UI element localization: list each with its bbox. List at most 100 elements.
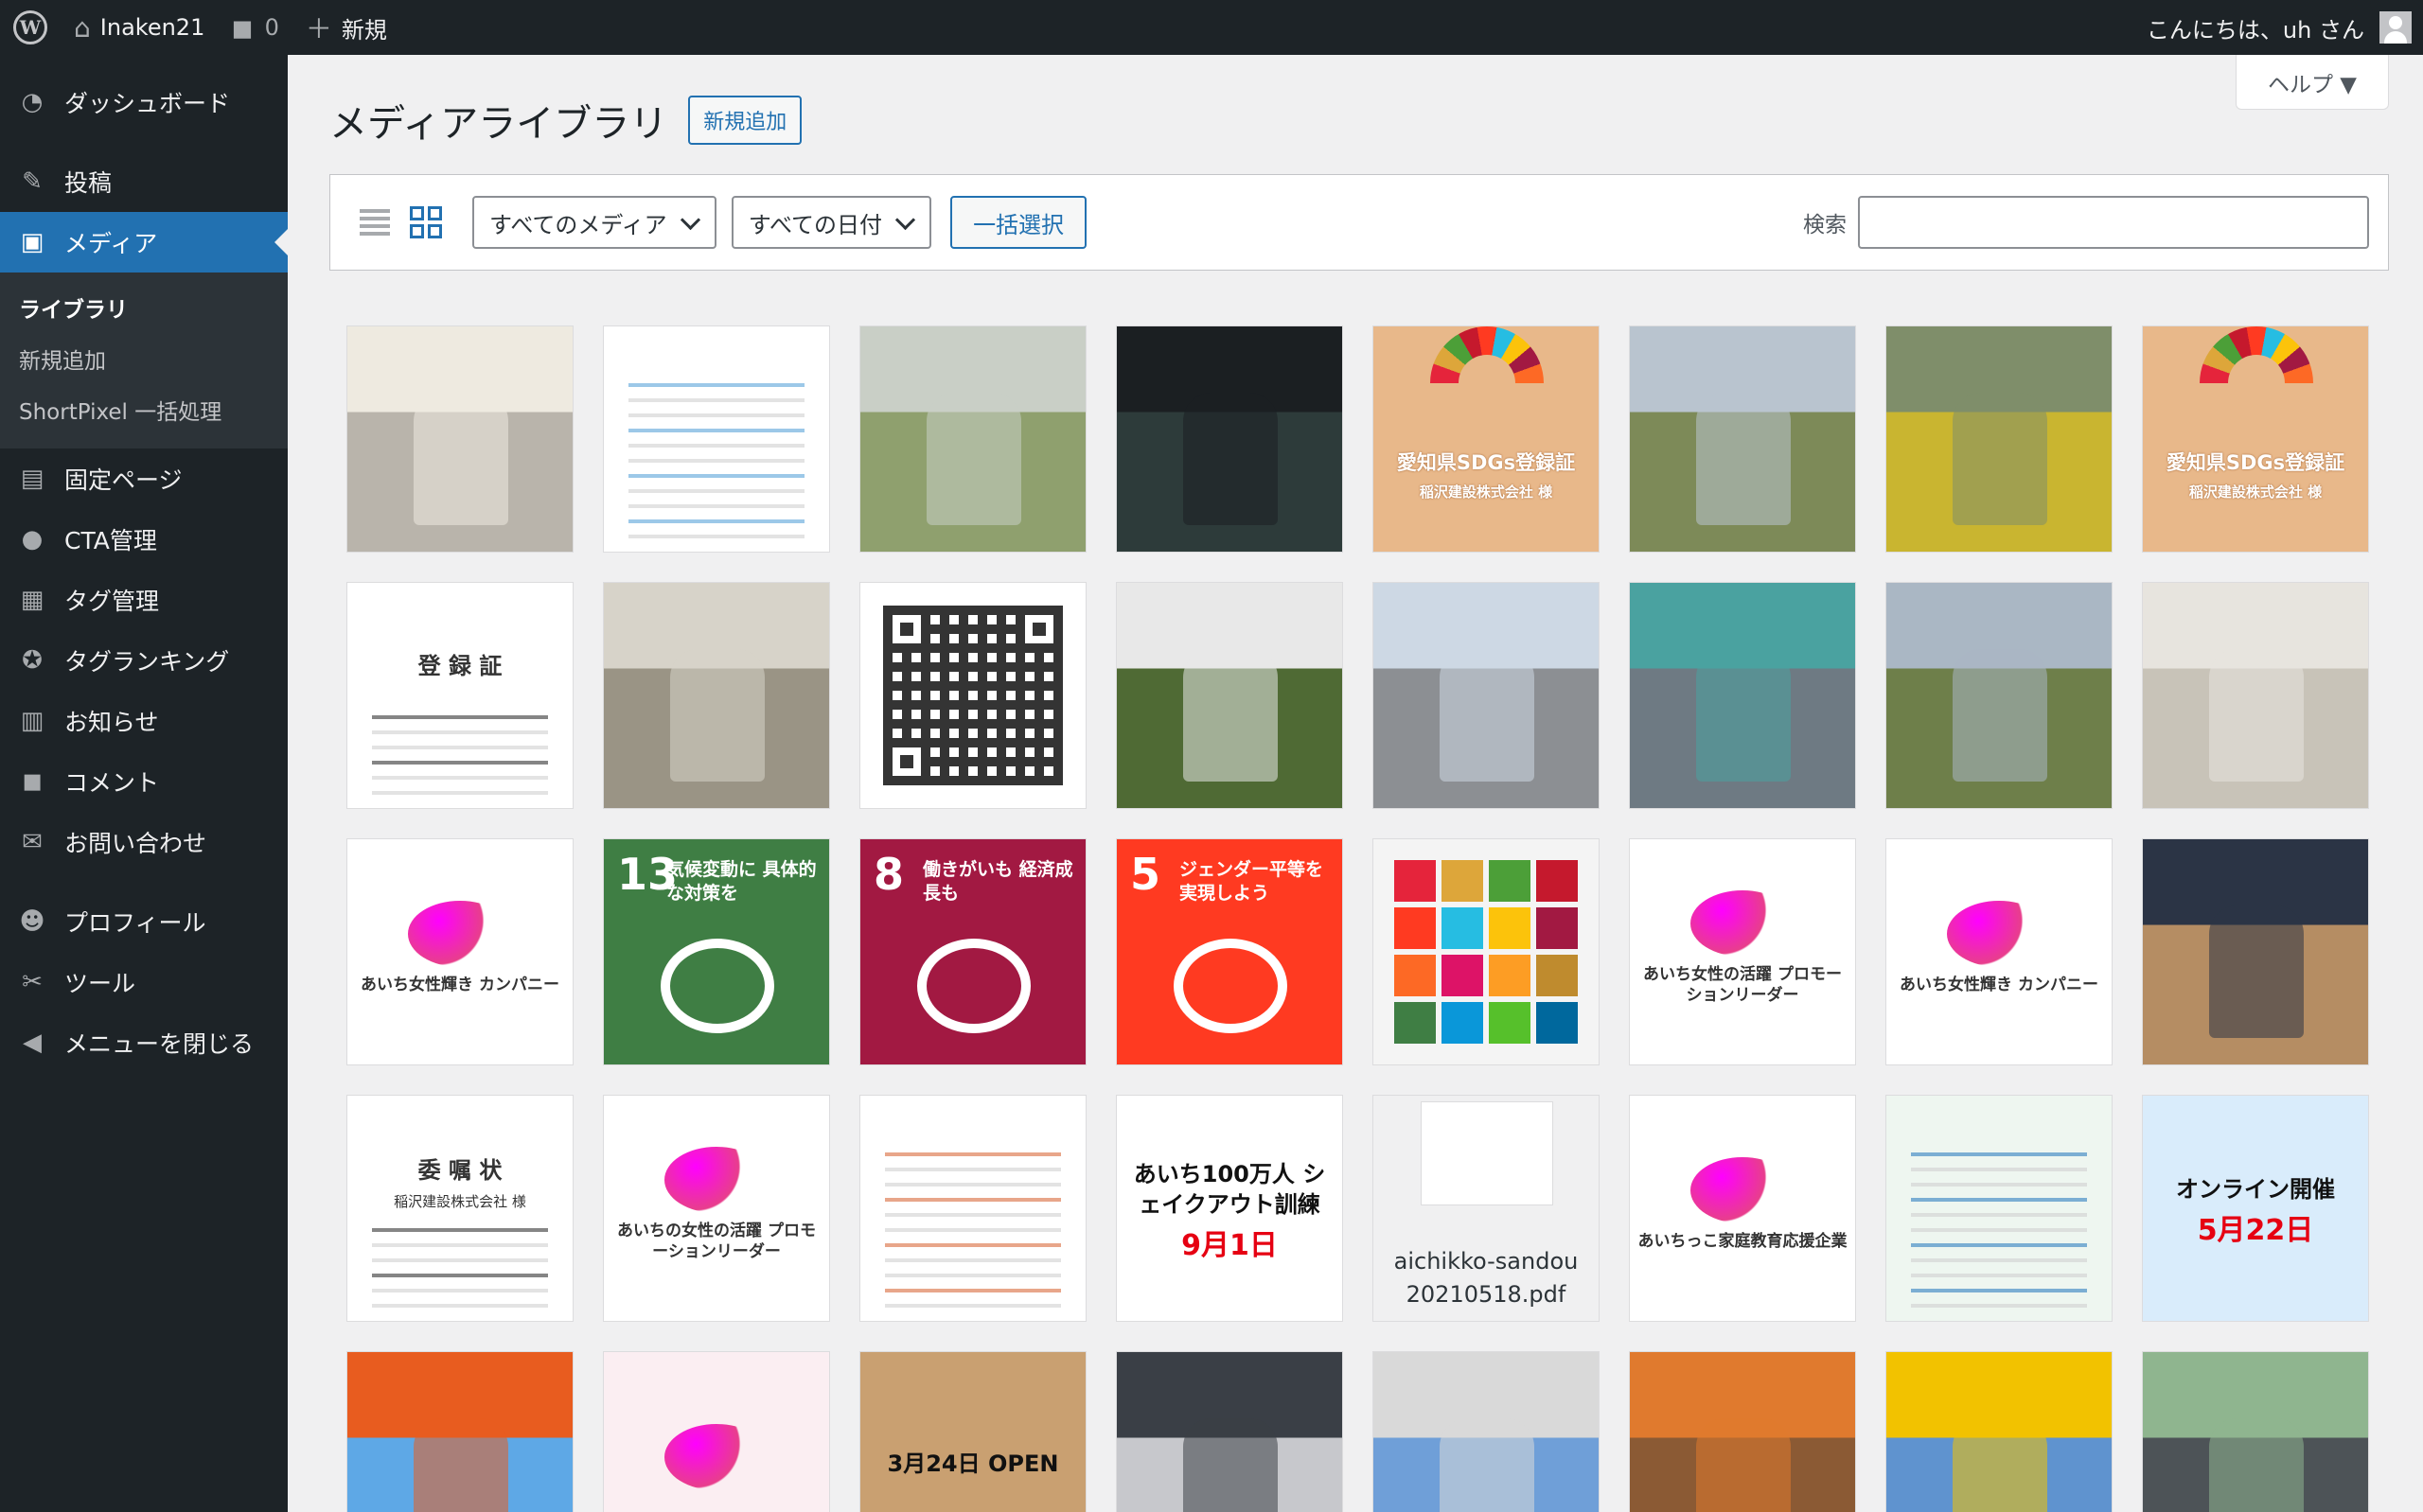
media-tile[interactable]	[859, 1095, 1087, 1322]
media-tile[interactable]	[1116, 325, 1343, 553]
aichi-women-company-cert: あいち女性輝き カンパニー	[347, 839, 573, 1064]
sidebar-item-comment[interactable]: ◼ コメント	[0, 751, 288, 812]
media-tile[interactable]: あいち女性の活躍 プロモーションリーダー	[1629, 838, 1856, 1065]
media-tile[interactable]	[603, 582, 830, 809]
help-tab-button[interactable]: ヘルプ ▼	[2236, 55, 2389, 110]
add-new-button[interactable]: 新規追加	[688, 96, 803, 145]
search-input[interactable]	[1858, 196, 2369, 249]
media-type-filter[interactable]: すべてのメディア	[472, 196, 716, 249]
media-tile[interactable]	[2142, 1351, 2369, 1512]
wp-logo-menu[interactable]: W	[0, 0, 61, 55]
list-view-button[interactable]	[355, 202, 395, 242]
media-tile[interactable]	[859, 582, 1087, 809]
sidebar-item-pin[interactable]: ✎ 投稿	[0, 151, 288, 212]
photo-subject	[1953, 1418, 2047, 1512]
media-tile[interactable]	[346, 325, 574, 553]
roadside-cleanup-photo	[604, 583, 829, 808]
aichi-women-leader-logo: あいち女性の活躍 プロモーションリーダー	[1630, 839, 1855, 1064]
media-tile[interactable]	[1885, 1351, 2113, 1512]
media-tile[interactable]: 愛知県SDGs登録証 稲沢建設株式会社 様	[2142, 325, 2369, 553]
photo-subject	[670, 649, 765, 782]
aichi-logo-icon	[1947, 900, 2051, 967]
media-tile[interactable]	[1372, 838, 1600, 1065]
media-tile[interactable]	[2142, 838, 2369, 1065]
tile-text: あいち女性の活躍 プロモーションリーダー	[1643, 964, 1842, 1005]
submenu-item[interactable]: ShortPixel 一括処理	[0, 384, 288, 435]
media-tile[interactable]: 委 嘱 状稲沢建設株式会社 様	[346, 1095, 574, 1322]
bulk-select-button[interactable]: 一括選択	[950, 196, 1088, 249]
tile-text: 稲沢建設株式会社 様	[2188, 483, 2323, 501]
media-tile[interactable]	[1885, 582, 2113, 809]
sidebar-item-label: CTA管理	[64, 527, 157, 554]
sidebar-item-tag-layout[interactable]: ▦ タグ管理	[0, 570, 288, 630]
media-tile[interactable]	[859, 325, 1087, 553]
media-tile[interactable]	[603, 1351, 830, 1512]
site-name-link[interactable]: ⌂ Inaken21	[61, 0, 218, 55]
media-tile[interactable]	[1116, 582, 1343, 809]
comments-link[interactable]: ◼ 0	[218, 0, 292, 55]
media-tile[interactable]: あいち女性輝き カンパニー	[346, 838, 574, 1065]
submenu-item[interactable]: ライブラリ	[0, 282, 288, 333]
sidebar-item-media[interactable]: ▣ メディア	[0, 212, 288, 273]
sidebar-item-page[interactable]: ▤ 固定ページ	[0, 448, 288, 509]
media-tile[interactable]: 3月24日 OPEN	[859, 1351, 1087, 1512]
sidebar-item-mail[interactable]: ✉ お問い合わせ	[0, 812, 288, 872]
tile-text: 気候変動に 具体的な対策を	[666, 859, 817, 904]
new-content-link[interactable]: ＋ 新規	[292, 0, 400, 55]
grid-view-button[interactable]	[406, 202, 446, 242]
media-tile[interactable]	[1885, 1095, 2113, 1322]
wordpress-logo-icon: W	[13, 10, 47, 44]
sidebar-item-award[interactable]: ✪ タグランキング	[0, 630, 288, 691]
tile-text: ジェンダー平等を 実現しよう	[1179, 859, 1324, 904]
media-tile[interactable]: 13 気候変動に 具体的な対策を	[603, 838, 830, 1065]
media-tile[interactable]	[346, 1351, 574, 1512]
canal-bridge-photo	[1886, 583, 2112, 808]
sidebar-item-book[interactable]: ▥ お知らせ	[0, 691, 288, 751]
media-tile[interactable]	[1629, 582, 1856, 809]
media-tile[interactable]: 登 録 証	[346, 582, 574, 809]
plus-icon: ＋	[305, 13, 332, 44]
my-account-link[interactable]: こんにちは、uh さん	[2133, 0, 2423, 55]
tile-text: 3月24日 OPEN	[887, 1450, 1059, 1478]
office-staff-photo	[2143, 583, 2368, 808]
flyer-document	[860, 1096, 1086, 1321]
tile-text: 委 嘱 状	[417, 1156, 503, 1184]
media-tile[interactable]	[603, 325, 830, 553]
media-tile[interactable]: 8 働きがいも 経済成長も	[859, 838, 1087, 1065]
submenu-item[interactable]: 新規追加	[0, 333, 288, 384]
pin-icon: ✎	[22, 167, 43, 196]
photo-subject	[2209, 649, 2304, 782]
dashboard-icon: ◔	[21, 88, 44, 116]
grid-view-icon	[410, 206, 442, 238]
media-tile[interactable]	[1116, 1351, 1343, 1512]
media-tile[interactable]	[1629, 1351, 1856, 1512]
media-tile[interactable]: 愛知県SDGs登録証 稲沢建設株式会社 様	[1372, 325, 1600, 553]
tile-text: 稲沢建設株式会社 様	[394, 1192, 526, 1210]
sidebar-item-lightbulb[interactable]: ● CTA管理	[0, 509, 288, 570]
media-tile[interactable]: あいちの女性の活躍 プロモーションリーダー	[603, 1095, 830, 1322]
search-label: 検索	[1803, 213, 1847, 237]
media-tile[interactable]: あいちっこ家庭教育応援企業	[1629, 1095, 1856, 1322]
sidebar-item-collapse[interactable]: ◀ メニューを閉じる	[0, 1012, 288, 1073]
media-tile[interactable]: 5 ジェンダー平等を 実現しよう	[1116, 838, 1343, 1065]
media-tile[interactable]: あいち100万人 シェイクアウト訓練 9月1日	[1116, 1095, 1343, 1322]
media-tile[interactable]	[2142, 582, 2369, 809]
media-tile[interactable]	[1629, 325, 1856, 553]
yellow-machine-photo	[1886, 326, 2112, 552]
sidebar-item-user[interactable]: ☻ プロフィール	[0, 891, 288, 952]
media-toolbar: すべてのメディア すべての日付 一括選択 検索	[329, 174, 2389, 271]
photo-subject	[1183, 393, 1278, 525]
media-tile[interactable]	[1372, 582, 1600, 809]
main-content: ヘルプ ▼ メディアライブラリ 新規追加 すべてのメディア すべての日付 一括選…	[288, 55, 2423, 1512]
sidebar-item-dashboard[interactable]: ◔ ダッシュボード	[0, 72, 288, 132]
tile-text: あいちっこ家庭教育応援企業	[1637, 1231, 1848, 1251]
sdgs-wheel-icon	[2200, 326, 2313, 383]
sidebar-item-wrench[interactable]: ✂ ツール	[0, 952, 288, 1012]
award-icon: ✪	[22, 646, 43, 675]
media-tile[interactable]: オンライン開催 5月22日	[2142, 1095, 2369, 1322]
media-tile[interactable]: あいち女性輝き カンパニー	[1885, 838, 2113, 1065]
date-filter[interactable]: すべての日付	[731, 196, 932, 249]
media-tile[interactable]	[1372, 1351, 1600, 1512]
media-tile[interactable]: aichikko-sandou20210518.pdf	[1372, 1095, 1600, 1322]
media-tile[interactable]	[1885, 325, 2113, 553]
